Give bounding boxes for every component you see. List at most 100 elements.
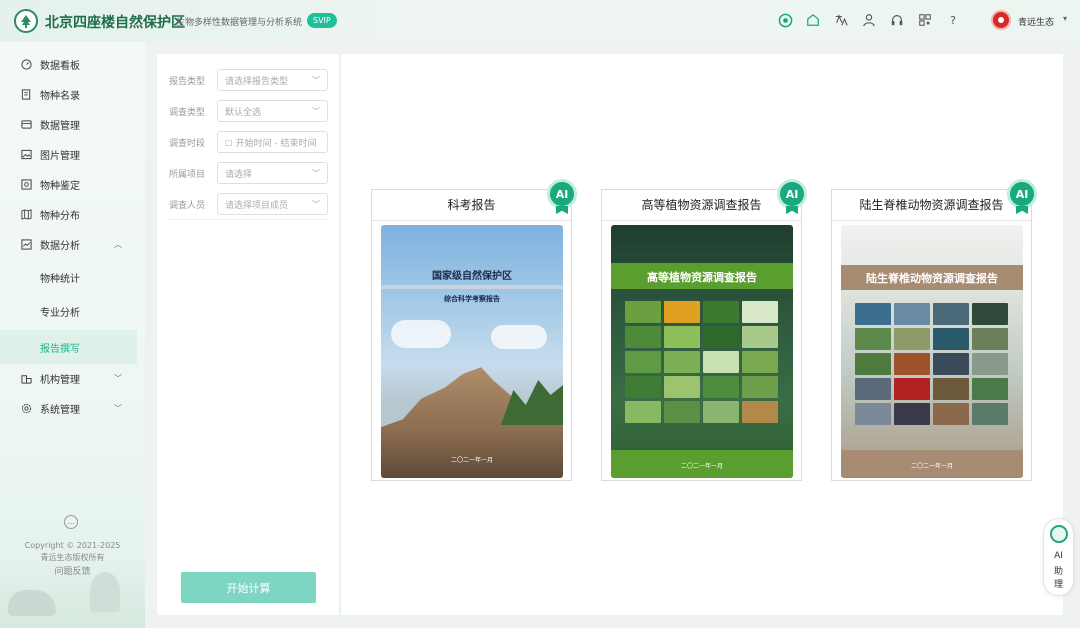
tree-illustration [90,572,120,612]
logo-icon [14,9,38,33]
trees-image [501,380,563,425]
sidebar-item-species-identification[interactable]: 物种鉴定 [0,169,137,199]
report-card-title: 高等植物资源调查报告 [602,190,801,221]
ai-badge-icon: AI [1007,179,1037,209]
survey-type-row: 调查类型 默认全选 ﹀ [169,100,328,122]
report-card-vertebrate-survey[interactable]: 陆生脊椎动物资源调查报告 AI 陆生脊椎动物资源调查报告 二〇二一年一月 [831,179,1037,481]
sidebar-item-professional-analysis[interactable]: 专业分析 [0,296,137,326]
survey-time-row: 调查时段 ▢ 开始时间 - 结束时间 [169,131,328,153]
members-placeholder: 请选择项目成员 [225,200,289,211]
user-name[interactable]: 青远生态 [1018,15,1054,28]
report-cover: 国家级自然保护区 综合科学考察报告 二〇二一年一月 [381,225,563,478]
ai-assistant-icon [1050,525,1068,543]
copyright-line: Copyright © 2021-2025 [24,541,121,550]
animal-photo-grid [855,303,1008,425]
report-card-field-survey[interactable]: 科考报告 AI 国家级自然保护区 综合科学考察报告 二〇二一年一月 [371,179,577,481]
report-type-label: 报告类型 [169,76,206,87]
chevron-down-icon[interactable]: ▾ [1063,14,1067,23]
divider [169,219,328,220]
catalog-icon [20,88,32,100]
chevron-down-icon: ﹀ [114,373,122,383]
report-card-plant-survey[interactable]: 高等植物资源调查报告 AI 高等植物资源调查报告 二〇二一年一月 [601,179,807,481]
sidebar-item-dashboard[interactable]: 数据看板 [0,49,137,79]
copyright-owner: 青远生态版权所有 [40,553,105,562]
date-range-picker[interactable]: ▢ 开始时间 - 结束时间 [217,131,328,153]
sidebar-item-label: 系统管理 [40,404,80,416]
report-type-row: 报告类型 请选择报告类型 ﹀ [169,69,328,91]
cover-date: 二〇二一年一月 [910,463,953,470]
calendar-icon: ▢ [225,137,233,147]
sidebar-item-label: 数据管理 [40,120,80,132]
sidebar-item-image-management[interactable]: 图片管理 [0,139,137,169]
chevron-up-icon: ︿ [114,239,122,249]
sidebar-item-label: 报告撰写 [40,343,80,355]
sidebar-item-species-stats[interactable]: 物种统计 [0,262,137,292]
sidebar-item-label: 物种鉴定 [40,180,80,192]
ai-assistant-label-3: 理 [1053,580,1063,590]
report-card-title: 陆生脊椎动物资源调查报告 [832,190,1031,221]
survey-type-select[interactable]: 默认全选 ﹀ [217,100,328,122]
sidebar-item-report-writing[interactable]: 报告撰写 [0,330,137,364]
chevron-down-icon: ﹀ [312,200,320,209]
project-row: 所属项目 请选择 ﹀ [169,162,328,184]
qrcode-icon[interactable] [916,11,934,29]
cover-date: 二〇二一年一月 [450,457,493,464]
org-icon [20,372,32,384]
report-cover: 陆生脊椎动物资源调查报告 二〇二一年一月 [841,225,1023,478]
cover-title: 陆生脊椎动物资源调查报告 [866,272,998,285]
database-icon [20,118,32,130]
app-subtitle: 生物多样性数据管理与分析系统 [176,18,303,28]
sidebar-item-label: 机构管理 [40,374,80,386]
feedback-link[interactable]: 问题反馈 [0,564,145,577]
chevron-down-icon: ﹀ [312,76,320,85]
sidebar-item-label: 图片管理 [40,150,80,162]
report-cover: 高等植物资源调查报告 二〇二一年一月 [611,225,793,478]
ai-assistant-icon[interactable] [776,11,794,29]
sidebar-item-org-management[interactable]: 机构管理 ﹀ [0,363,137,393]
home-icon[interactable] [804,11,822,29]
sidebar-item-label: 物种名录 [40,90,80,102]
survey-type-value: 默认全选 [225,107,262,118]
top-header: 北京四座楼自然保护区 生物多样性数据管理与分析系统 SVIP ? 青远生态 ▾ [0,0,1080,42]
chevron-down-icon: ﹀ [114,403,122,413]
sidebar-item-species-catalog[interactable]: 物种名录 [0,79,137,109]
help-icon[interactable]: ? [944,11,962,29]
translate-icon[interactable] [832,11,850,29]
members-select[interactable]: 请选择项目成员 ﹀ [217,193,328,215]
report-card-title: 科考报告 [372,190,571,221]
ai-badge-icon: AI [547,179,577,209]
chevron-down-icon: ﹀ [312,107,320,116]
dashboard-icon [20,58,32,70]
avatar[interactable] [991,10,1011,30]
analysis-icon [20,238,32,250]
cover-subtitle: 综合科学考察报告 [444,295,500,303]
image-icon [20,148,32,160]
cover-date: 二〇二一年一月 [680,463,723,470]
report-type-select[interactable]: 请选择报告类型 ﹀ [217,69,328,91]
collapse-icon[interactable]: … [64,515,78,529]
sidebar-item-species-distribution[interactable]: 物种分布 [0,199,137,229]
sidebar: 数据看板 物种名录 数据管理 图片管理 物种鉴定 物种分布 数据分析 ︿ 物种统… [0,42,145,628]
sidebar-item-label: 物种统计 [40,273,80,285]
sidebar-item-label: 数据看板 [40,60,80,72]
project-placeholder: 请选择 [225,169,253,180]
report-gallery: 科考报告 AI 国家级自然保护区 综合科学考察报告 二〇二一年一月 高等植物资源… [341,54,1063,615]
header-toolbar: ? [776,11,962,29]
ai-assistant-label-2: 助 [1053,567,1063,577]
sidebar-item-system-management[interactable]: 系统管理 ﹀ [0,393,137,423]
start-calculation-button[interactable]: 开始计算 [181,572,316,603]
plant-photo-grid [625,301,778,423]
chevron-down-icon: ﹀ [312,169,320,178]
ai-badge-icon: AI [777,179,807,209]
ai-assistant-button[interactable]: AI 助 理 [1043,518,1074,596]
sidebar-item-label: 物种分布 [40,210,80,222]
sidebar-item-data-analysis[interactable]: 数据分析 ︿ [0,229,137,259]
svip-badge: SVIP [307,13,337,28]
project-label: 所属项目 [169,169,206,180]
cover-title: 高等植物资源调查报告 [647,271,757,284]
sidebar-item-data-management[interactable]: 数据管理 [0,109,137,139]
headset-icon[interactable] [888,11,906,29]
user-icon[interactable] [860,11,878,29]
survey-type-label: 调查类型 [169,107,206,118]
project-select[interactable]: 请选择 ﹀ [217,162,328,184]
